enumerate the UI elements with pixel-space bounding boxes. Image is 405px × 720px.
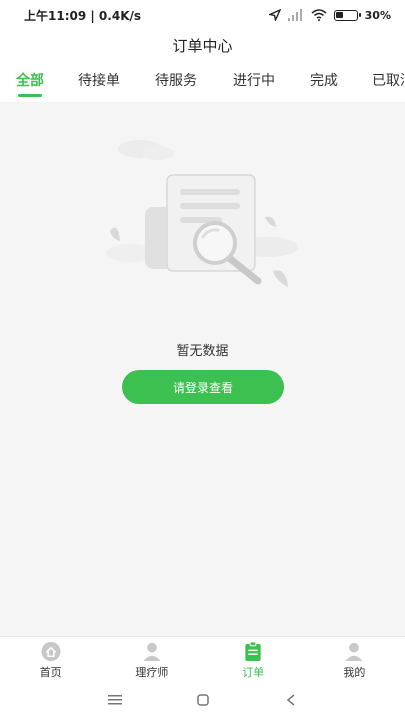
nav-therapist-label: 理疗师 bbox=[135, 666, 169, 679]
nav-profile[interactable]: 我的 bbox=[304, 637, 405, 680]
battery-icon bbox=[333, 9, 361, 21]
tab-in-progress[interactable]: 进行中 bbox=[233, 70, 275, 102]
order-tabs: 全部 待接单 待服务 进行中 完成 已取消 bbox=[0, 60, 405, 102]
nav-therapist[interactable]: 理疗师 bbox=[101, 637, 202, 680]
battery-level: 30% bbox=[364, 8, 391, 22]
login-to-view-button[interactable]: 请登录查看 bbox=[122, 370, 284, 404]
nav-home[interactable]: 首页 bbox=[0, 637, 101, 680]
home-square-icon[interactable] bbox=[193, 690, 213, 710]
status-icons: 30% bbox=[268, 8, 391, 22]
tab-all[interactable]: 全部 bbox=[16, 70, 44, 102]
page-title: 订单中心 bbox=[172, 36, 233, 55]
menu-icon[interactable] bbox=[105, 690, 125, 710]
tab-cancelled[interactable]: 已取消 bbox=[372, 70, 405, 102]
empty-document-search-icon bbox=[106, 140, 298, 287]
empty-state-message: 暂无数据 bbox=[176, 344, 229, 359]
nav-profile-label: 我的 bbox=[343, 666, 366, 679]
location-icon bbox=[268, 9, 281, 21]
bottom-nav: 首页 理疗师 订单 我的 bbox=[0, 636, 405, 680]
home-icon bbox=[41, 641, 61, 662]
active-tab-indicator bbox=[18, 94, 42, 97]
wifi-icon bbox=[311, 9, 327, 21]
tab-pending-accept[interactable]: 待接单 bbox=[78, 70, 120, 102]
nav-order-label: 订单 bbox=[242, 666, 265, 679]
nav-order[interactable]: 订单 bbox=[203, 637, 304, 680]
profile-icon bbox=[345, 642, 363, 662]
tab-pending-service[interactable]: 待服务 bbox=[155, 70, 197, 102]
system-nav-bar bbox=[0, 680, 405, 720]
order-icon bbox=[245, 641, 261, 662]
therapist-icon bbox=[143, 642, 161, 662]
signal-icon bbox=[287, 9, 302, 21]
status-bar: 上午11:09 | 0.4K/s 30% bbox=[0, 0, 405, 30]
status-time-speed: 上午11:09 | 0.4K/s bbox=[24, 8, 142, 23]
nav-home-label: 首页 bbox=[39, 666, 62, 679]
tab-completed[interactable]: 完成 bbox=[310, 70, 338, 102]
back-icon[interactable] bbox=[281, 690, 301, 710]
app-header: 订单中心 bbox=[0, 30, 405, 60]
